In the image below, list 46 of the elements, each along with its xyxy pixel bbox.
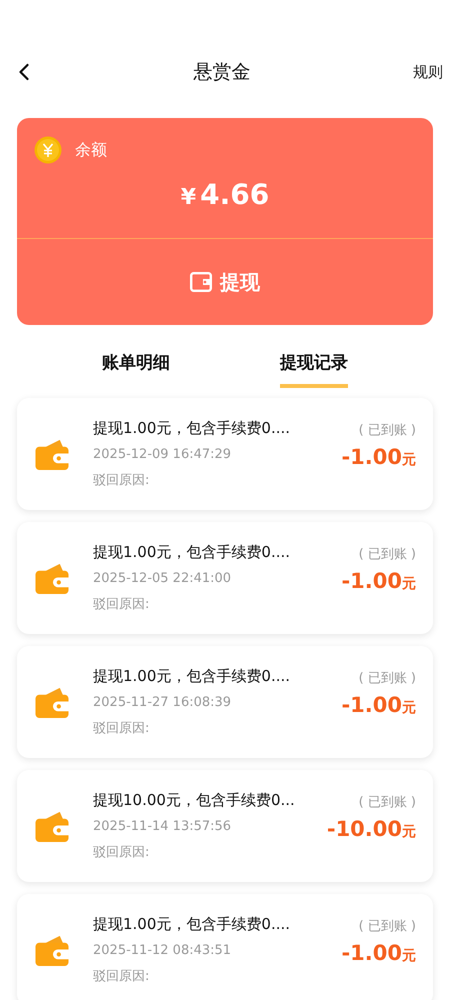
amount-unit: 元 xyxy=(402,576,416,592)
reject-reason-label: 驳回原因: xyxy=(93,968,150,985)
wallet-icon xyxy=(34,437,70,471)
wallet-icon xyxy=(34,809,70,843)
record-amount: -1.00 xyxy=(341,569,402,593)
back-icon xyxy=(17,61,31,83)
record-title: 提现1.00元，包含手续费0.... xyxy=(93,419,292,438)
record-time: 2025-11-12 08:43:51 xyxy=(93,943,232,958)
currency-symbol: ¥ xyxy=(180,185,196,210)
amount-unit: 元 xyxy=(402,824,416,840)
wallet-icon xyxy=(34,933,70,967)
record-amount: -10.00 xyxy=(326,817,402,841)
record-amount: -1.00 xyxy=(341,693,402,717)
record-time: 2025-12-09 16:47:29 xyxy=(93,447,232,462)
reject-reason-label: 驳回原因: xyxy=(93,844,150,861)
wallet-icon xyxy=(190,272,212,292)
record-status: ( 已到账 ) xyxy=(358,546,416,563)
record-time: 2025-12-05 22:41:00 xyxy=(93,571,232,586)
amount-unit: 元 xyxy=(402,452,416,468)
rules-link[interactable]: 规则 xyxy=(413,62,443,82)
record-title: 提现1.00元，包含手续费0.... xyxy=(93,667,292,686)
amount-unit: 元 xyxy=(402,948,416,964)
record-title: 提现1.00元，包含手续费0.... xyxy=(93,543,292,562)
amount-unit: 元 xyxy=(402,700,416,716)
back-button[interactable] xyxy=(17,61,31,83)
reject-reason-label: 驳回原因: xyxy=(93,472,150,489)
record-amount: -1.00 xyxy=(341,941,402,965)
record-status: ( 已到账 ) xyxy=(358,794,416,811)
reject-reason-label: 驳回原因: xyxy=(93,720,150,737)
wallet-icon xyxy=(34,685,70,719)
record-time: 2025-11-27 16:08:39 xyxy=(93,695,232,710)
record-status: ( 已到账 ) xyxy=(358,918,416,935)
tab[interactable]: 提现记录 xyxy=(280,347,348,388)
record-status: ( 已到账 ) xyxy=(358,422,416,439)
record-amount: -1.00 xyxy=(341,445,402,469)
wallet-icon xyxy=(34,561,70,595)
record-time: 2025-11-14 13:57:56 xyxy=(93,819,232,834)
reject-reason-label: 驳回原因: xyxy=(93,596,150,613)
record-title: 提现1.00元，包含手续费0.... xyxy=(93,915,292,934)
coin-icon xyxy=(34,136,62,164)
tab[interactable]: 账单明细 xyxy=(102,347,170,388)
record-status: ( 已到账 ) xyxy=(358,670,416,687)
balance-amount: 4.66 xyxy=(200,178,270,211)
record-title: 提现10.00元，包含手续费0... xyxy=(93,791,296,810)
page-title: 悬赏金 xyxy=(194,60,250,85)
balance-label: 余额 xyxy=(75,140,107,160)
